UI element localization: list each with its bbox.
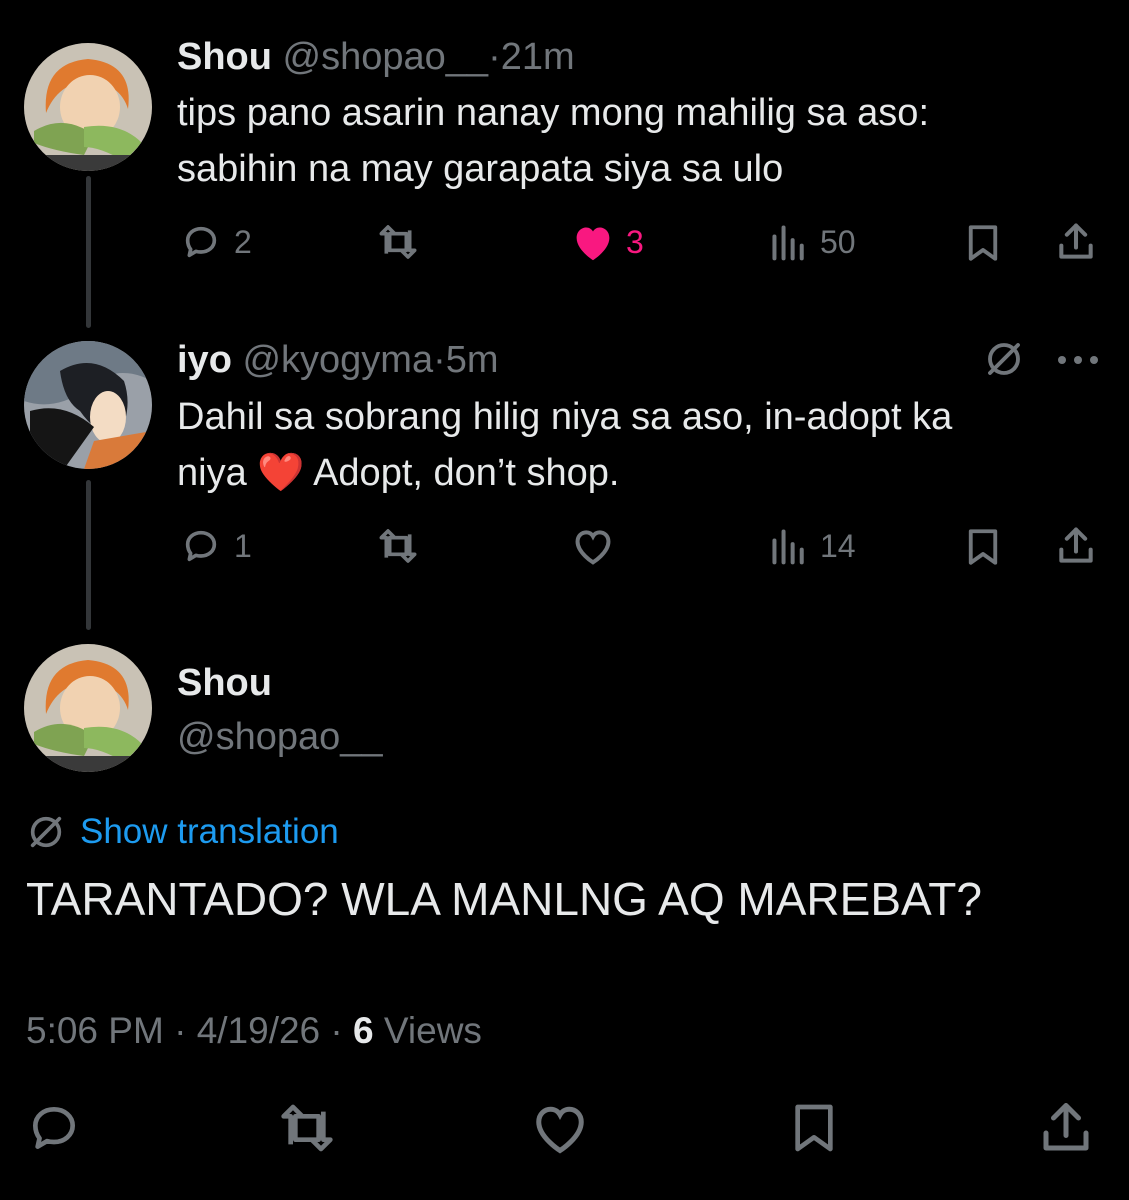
bookmark-button[interactable] [962, 222, 1004, 264]
reply-count: 2 [234, 223, 252, 260]
tweet-text-fragment: niya [177, 452, 247, 494]
tweet-text-fragment: Adopt, don’t shop. [313, 452, 620, 494]
separator: · [330, 1010, 343, 1051]
display-name[interactable]: Shou [177, 662, 272, 704]
main-user-handle[interactable]: @shopao__ [177, 718, 383, 756]
bookmark-icon [968, 529, 998, 565]
like-count: 3 [626, 223, 644, 260]
avatar-iyo[interactable] [24, 341, 152, 469]
views-icon [772, 225, 804, 261]
tweet-time[interactable]: 5:06 PM [26, 1010, 164, 1051]
thread-line [86, 480, 91, 630]
display-name[interactable]: Shou [177, 36, 272, 78]
retweet-icon [379, 529, 417, 563]
user-handle[interactable]: @shopao__ [177, 716, 383, 758]
translate-icon[interactable] [983, 338, 1025, 385]
retweet-button[interactable] [372, 526, 424, 566]
reply-button[interactable]: 2 [178, 222, 252, 262]
share-icon [1059, 223, 1093, 259]
reply-icon [185, 226, 217, 258]
tweet-text-line: sabihin na may garapata siya sa ulo [177, 148, 784, 190]
views-count: 6 [353, 1010, 374, 1051]
tweet-text-line: Dahil sa sobrang hilig niya sa aso, in-a… [177, 396, 953, 438]
share-button[interactable] [1054, 524, 1098, 568]
main-display-name[interactable]: Shou [177, 664, 272, 702]
views-count: 50 [820, 223, 856, 260]
show-translation-link[interactable]: Show translation [26, 812, 339, 852]
avatar-shou[interactable] [24, 43, 152, 171]
views-icon [772, 529, 804, 565]
like-button[interactable] [570, 526, 616, 566]
views-count: 14 [820, 527, 856, 564]
like-button[interactable]: 3 [570, 222, 644, 262]
tweet-text: tips pano asarin nanay mong mahilig sa a… [177, 85, 1077, 197]
heart-emoji: ❤️ [257, 452, 305, 494]
user-handle[interactable]: @shopao__ [283, 36, 489, 78]
retweet-button[interactable] [274, 1100, 340, 1156]
reply-button[interactable] [24, 1100, 84, 1156]
more-icon[interactable] [1056, 353, 1100, 371]
reply-button[interactable]: 1 [178, 526, 252, 566]
views-button[interactable]: 14 [768, 526, 856, 566]
share-button[interactable] [1036, 1098, 1096, 1158]
share-icon [1059, 527, 1093, 563]
bookmark-button[interactable] [962, 526, 1004, 568]
heart-icon [576, 227, 610, 261]
heart-icon [536, 1106, 584, 1154]
tweet-time[interactable]: 21m [501, 36, 575, 78]
retweet-icon [379, 225, 417, 259]
tweet-text: Dahil sa sobrang hilig niya sa aso, in-a… [177, 389, 1077, 501]
reply-icon [185, 530, 217, 562]
thread-line [86, 176, 91, 328]
user-handle[interactable]: @kyogyma [242, 339, 433, 381]
tweet-time[interactable]: 5m [446, 339, 499, 381]
thread-view: Shou @shopao__·21m tips pano asarin nana… [0, 0, 1129, 1200]
separator: · [433, 339, 446, 381]
display-name[interactable]: iyo [177, 339, 232, 381]
reply-count: 1 [234, 527, 252, 564]
share-button[interactable] [1054, 220, 1098, 264]
share-icon [1043, 1103, 1089, 1151]
avatar-shou-main[interactable] [24, 644, 152, 772]
bookmark-icon [795, 1104, 833, 1152]
views-label[interactable]: Views [384, 1010, 482, 1051]
retweet-icon [281, 1104, 333, 1152]
views-button[interactable]: 50 [768, 222, 856, 262]
separator: · [488, 36, 501, 78]
translate-icon [30, 816, 62, 848]
like-button[interactable] [530, 1100, 590, 1156]
retweet-button[interactable] [372, 222, 424, 262]
bookmark-icon [968, 225, 998, 261]
tweet-header: iyo @kyogyma·5m [177, 341, 499, 379]
tweet-text-line: tips pano asarin nanay mong mahilig sa a… [177, 92, 930, 134]
tweet-meta: 5:06 PM · 4/19/26 · 6 Views [26, 1010, 482, 1052]
bookmark-button[interactable] [786, 1100, 842, 1156]
separator: · [174, 1010, 187, 1051]
show-translation-label[interactable]: Show translation [80, 812, 339, 852]
tweet-header: Shou @shopao__·21m [177, 38, 575, 76]
tweet-text-line: niya ❤️ Adopt, don’t shop. [177, 445, 1077, 501]
reply-icon [33, 1107, 75, 1149]
heart-icon [575, 530, 611, 565]
tweet-date[interactable]: 4/19/26 [197, 1010, 320, 1051]
main-tweet-text: TARANTADO? WLA MANLNG AQ MAREBAT? [26, 873, 982, 925]
